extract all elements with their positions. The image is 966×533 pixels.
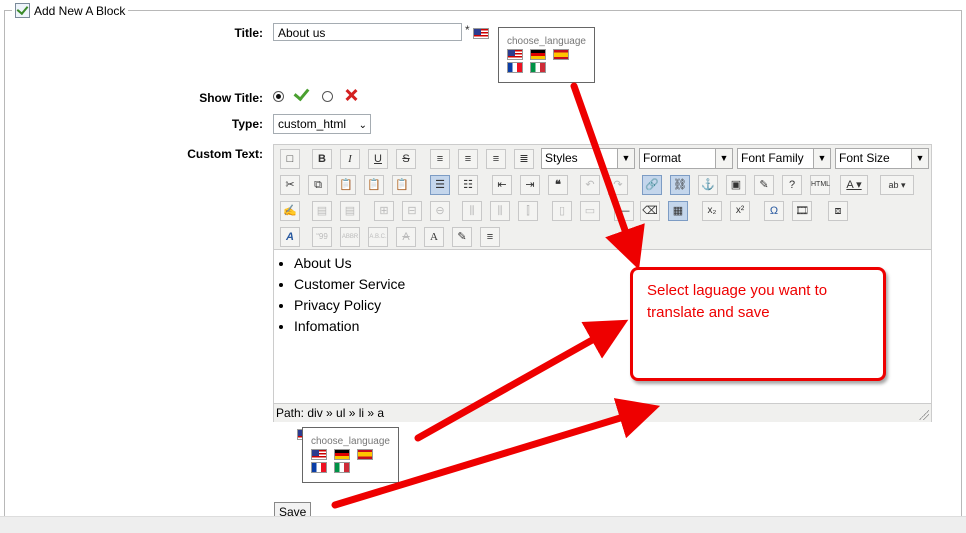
arrow-from-bottom-picker — [414, 319, 629, 442]
arrow-from-save — [331, 398, 661, 509]
annotation-arrows — [331, 82, 661, 509]
arrow-to-callout — [570, 82, 645, 270]
